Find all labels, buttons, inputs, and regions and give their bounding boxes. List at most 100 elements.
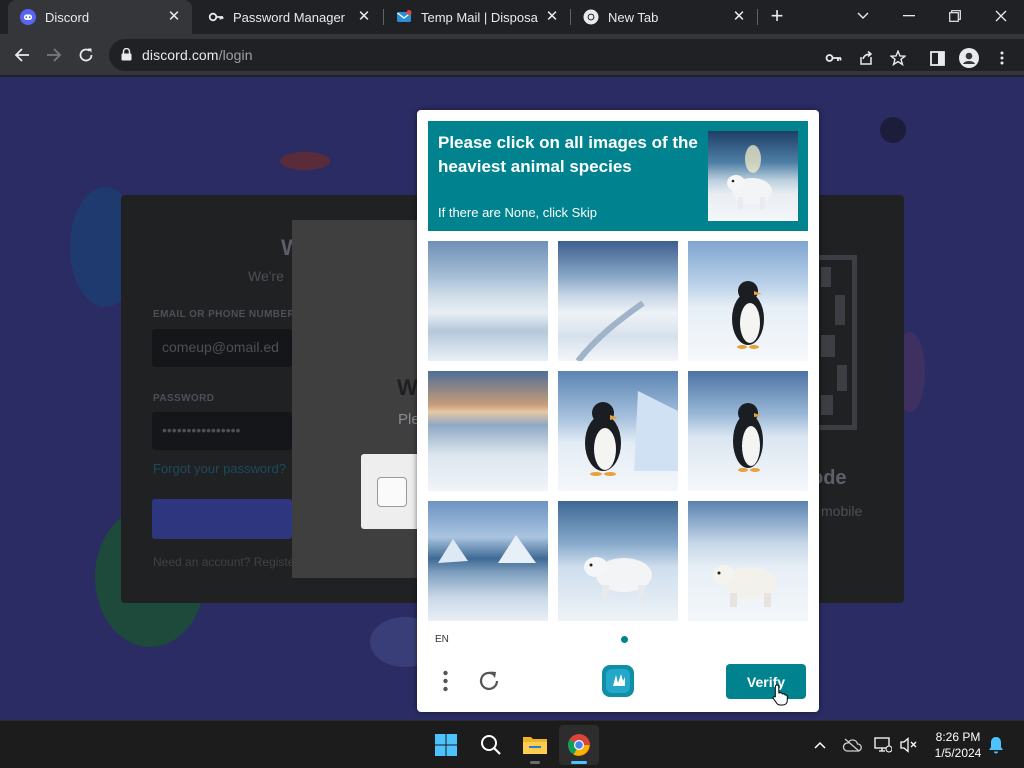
close-tab-icon[interactable]: ✕ <box>544 9 560 25</box>
captcha-modal-heading: W <box>397 375 418 400</box>
login-subheading: We're <box>248 268 284 284</box>
captcha-checkbox[interactable] <box>377 477 407 507</box>
image-tile-snowy-path[interactable] <box>558 241 678 361</box>
system-clock[interactable]: 8:26 PM 1/5/2024 <box>928 729 988 761</box>
back-icon[interactable] <box>9 42 35 68</box>
password-key-icon[interactable] <box>823 47 845 69</box>
polar-bear-image <box>727 145 772 209</box>
email-label: EMAIL OR PHONE NUMBER <box>153 309 296 320</box>
prompt-example-image <box>708 131 798 221</box>
url-text: discord.com/login <box>142 47 253 63</box>
tab-temp-mail[interactable]: Temp Mail | Disposable ✕ <box>384 0 570 34</box>
qr-subtitle: mobile <box>821 503 863 519</box>
login-button[interactable] <box>152 499 292 539</box>
image-tile-penguin[interactable] <box>558 371 678 491</box>
close-window-icon[interactable] <box>988 4 1014 28</box>
clock-date: 1/5/2024 <box>934 746 982 760</box>
polar-bear-image <box>713 565 776 607</box>
tab-discord[interactable]: Discord ✕ <box>8 0 192 34</box>
image-tile-penguin[interactable] <box>688 241 808 361</box>
close-tab-icon[interactable]: ✕ <box>356 9 372 25</box>
new-tab-button[interactable]: + <box>766 5 788 28</box>
page-indicator-dot <box>621 636 628 643</box>
hcaptcha-challenge: Please click on all images of the heavie… <box>417 110 819 712</box>
key-icon <box>208 9 224 25</box>
decoration-shape <box>280 152 330 170</box>
windows-taskbar: 8:26 PM 1/5/2024 <box>0 720 1024 768</box>
discord-icon <box>20 9 36 25</box>
snowy-path-image <box>575 300 645 361</box>
refresh-icon[interactable] <box>474 666 504 696</box>
image-grid <box>428 241 808 621</box>
password-label: PASSWORD <box>153 393 215 404</box>
file-explorer-button[interactable] <box>515 725 555 765</box>
windows-logo-icon <box>435 734 457 756</box>
chrome-icon <box>568 734 590 756</box>
close-tab-icon[interactable]: ✕ <box>731 9 747 25</box>
share-icon[interactable] <box>855 47 877 69</box>
tab-new-tab[interactable]: New Tab ✕ <box>571 0 757 34</box>
verify-button[interactable]: Verify <box>726 664 806 699</box>
challenge-prompt: Please click on all images of the heavie… <box>428 121 808 231</box>
minimize-icon[interactable] <box>896 4 922 28</box>
register-link[interactable]: Need an account? Register <box>153 555 298 569</box>
show-hidden-icons-icon[interactable] <box>810 735 830 755</box>
notification-bell-icon[interactable] <box>986 735 1006 755</box>
image-tile-ice-sunset[interactable] <box>428 371 548 491</box>
prompt-hint: If there are None, click Skip <box>438 205 597 220</box>
image-tile-penguin[interactable] <box>688 371 808 491</box>
bookmark-star-icon[interactable] <box>887 47 909 69</box>
address-bar[interactable]: discord.com/login <box>109 39 1024 71</box>
captcha-widget <box>361 454 421 529</box>
tab-title: Temp Mail | Disposable <box>421 9 538 25</box>
language-selector[interactable]: EN <box>435 634 449 645</box>
prompt-text: Please click on all images of the heavie… <box>438 133 698 176</box>
close-tab-icon[interactable]: ✕ <box>166 9 182 25</box>
tab-title: Password Manager <box>233 9 345 25</box>
reload-icon[interactable] <box>73 42 99 68</box>
tab-separator <box>757 9 758 25</box>
image-tile-polar-bear[interactable] <box>688 501 808 621</box>
hcaptcha-logo-icon <box>601 664 635 698</box>
side-panel-icon[interactable] <box>926 47 948 69</box>
search-button[interactable] <box>471 725 511 765</box>
penguin-image <box>732 281 764 349</box>
penguin-image <box>733 403 763 472</box>
tab-password-manager[interactable]: Password Manager ✕ <box>196 0 382 34</box>
tab-title: New Tab <box>608 9 659 25</box>
onedrive-icon[interactable] <box>842 735 862 755</box>
tab-title: Discord <box>45 9 90 25</box>
volume-muted-icon[interactable] <box>899 735 919 755</box>
chrome-taskbar-button[interactable] <box>559 725 599 765</box>
url-path: /login <box>218 47 253 63</box>
tab-search-icon[interactable] <box>850 4 876 28</box>
start-button[interactable] <box>426 725 466 765</box>
browser-toolbar: discord.com/login <box>0 34 1024 76</box>
folder-icon <box>523 737 547 754</box>
chrome-icon <box>583 9 599 25</box>
restore-icon[interactable] <box>942 4 968 28</box>
url-domain: discord.com <box>142 47 219 63</box>
menu-dots-icon[interactable] <box>991 47 1013 69</box>
image-tile-snow-landscape[interactable] <box>428 241 548 361</box>
email-field[interactable]: comeup@omail.ed <box>152 329 292 367</box>
tab-strip: Discord ✕ Password Manager ✕ Temp Mail |… <box>0 0 1024 34</box>
menu-dots-icon[interactable] <box>430 666 460 696</box>
search-icon <box>481 735 501 755</box>
image-tile-polar-bear[interactable] <box>558 501 678 621</box>
forgot-password-link[interactable]: Forgot your password? <box>153 461 286 476</box>
mail-icon <box>396 9 412 25</box>
network-icon[interactable] <box>873 735 893 755</box>
icebergs-image <box>438 535 536 563</box>
lock-icon[interactable] <box>121 47 132 66</box>
clock-time: 8:26 PM <box>935 730 981 744</box>
forward-icon[interactable] <box>41 42 67 68</box>
password-field[interactable]: •••••••••••••••• <box>152 412 292 450</box>
profile-icon[interactable] <box>958 47 980 69</box>
running-indicator <box>530 761 540 764</box>
hand-cursor-icon <box>772 684 788 706</box>
decoration-shape <box>880 117 906 143</box>
image-tile-icebergs[interactable] <box>428 501 548 621</box>
polar-bear-image <box>584 557 652 601</box>
running-indicator <box>571 761 587 764</box>
